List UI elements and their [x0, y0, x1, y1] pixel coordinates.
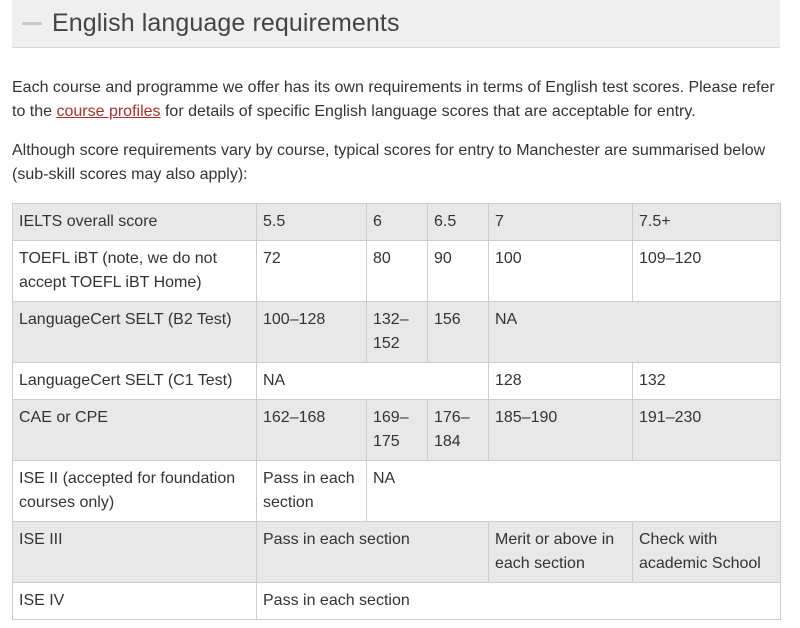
- score-cell: 132–152: [366, 301, 428, 363]
- intro-paragraph-typical-scores: Although score requirements vary by cour…: [12, 142, 766, 183]
- score-cell: 7.5+: [632, 203, 781, 241]
- course-profiles-link[interactable]: course profiles: [56, 103, 160, 120]
- score-cell: 7: [488, 203, 633, 241]
- score-cell: 176–184: [427, 399, 489, 461]
- accordion-header-english-requirements[interactable]: English language requirements: [12, 0, 780, 48]
- table-row-ise-iv: ISE IV Pass in each section: [12, 582, 781, 620]
- row-label: ISE II (accepted for foundation courses …: [12, 460, 257, 522]
- table-row-languagecert-c1: LanguageCert SELT (C1 Test) NA 128 132: [12, 362, 781, 400]
- score-cell: 100–128: [256, 301, 367, 363]
- row-label: ISE III: [12, 521, 257, 583]
- score-cell: 80: [366, 240, 428, 302]
- score-cell: 162–168: [256, 399, 367, 461]
- row-label: ISE IV: [12, 582, 257, 620]
- score-cell: 156: [427, 301, 489, 363]
- row-label: CAE or CPE: [12, 399, 257, 461]
- collapse-minus-icon[interactable]: [22, 22, 42, 25]
- row-label: IELTS overall score: [12, 203, 257, 241]
- table-row-languagecert-b2: LanguageCert SELT (B2 Test) 100–128 132–…: [12, 301, 781, 363]
- table-row-cae-cpe: CAE or CPE 162–168 169–175 176–184 185–1…: [12, 399, 781, 461]
- section-title: English language requirements: [52, 9, 400, 37]
- score-cell: 6: [366, 203, 428, 241]
- score-cell: 72: [256, 240, 367, 302]
- score-cell: NA: [488, 301, 781, 363]
- row-label: LanguageCert SELT (B2 Test): [12, 301, 257, 363]
- score-cell: 109–120: [632, 240, 781, 302]
- table-row-toefl: TOEFL iBT (note, we do not accept TOEFL …: [12, 240, 781, 302]
- score-cell: Pass in each section: [256, 460, 367, 522]
- table-row-ise-ii: ISE II (accepted for foundation courses …: [12, 460, 781, 522]
- intro-text-after-link: for details of specific English language…: [160, 103, 696, 120]
- score-cell: 191–230: [632, 399, 781, 461]
- score-cell: 100: [488, 240, 633, 302]
- score-cell: Pass in each section: [256, 582, 781, 620]
- score-cell: 185–190: [488, 399, 633, 461]
- score-cell: 128: [488, 362, 633, 400]
- row-label: TOEFL iBT (note, we do not accept TOEFL …: [12, 240, 257, 302]
- row-label: LanguageCert SELT (C1 Test): [12, 362, 257, 400]
- score-cell: 169–175: [366, 399, 428, 461]
- score-cell: 132: [632, 362, 781, 400]
- intro-paragraph-requirements: Each course and programme we offer has i…: [12, 76, 782, 124]
- score-cell: NA: [256, 362, 489, 400]
- score-cell: Check with academic School: [632, 521, 781, 583]
- score-cell: 90: [427, 240, 489, 302]
- english-score-table: IELTS overall score 5.5 6 6.5 7 7.5+ TOE…: [12, 203, 781, 620]
- score-cell: Pass in each section: [256, 521, 489, 583]
- table-row-ise-iii: ISE III Pass in each section Merit or ab…: [12, 521, 781, 583]
- score-cell: Merit or above in each section: [488, 521, 633, 583]
- score-cell: NA: [366, 460, 781, 522]
- table-row-ielts: IELTS overall score 5.5 6 6.5 7 7.5+: [12, 203, 781, 241]
- score-cell: 6.5: [427, 203, 489, 241]
- score-cell: 5.5: [256, 203, 367, 241]
